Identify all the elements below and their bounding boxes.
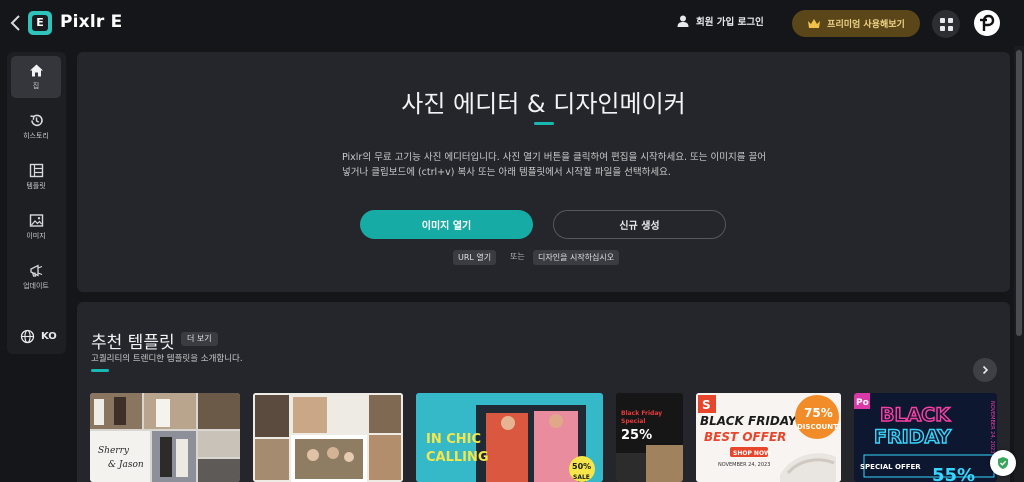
- svg-text:Special: Special: [621, 418, 645, 425]
- open-image-button[interactable]: 이미지 열기: [360, 210, 533, 239]
- user-icon: [677, 15, 689, 27]
- template-card-wedding[interactable]: Sherry & Jason: [90, 393, 240, 482]
- templates-subtitle: 고퀄리티의 트렌디한 템플릿을 소개합니다.: [91, 354, 243, 364]
- svg-text:BLACK: BLACK: [880, 404, 951, 426]
- svg-text:BEST OFFER: BEST OFFER: [704, 430, 786, 444]
- svg-text:DISCOUNT: DISCOUNT: [797, 423, 838, 431]
- templates-accent-bar: [91, 369, 109, 372]
- svg-text:BLACK FRIDAY: BLACK FRIDAY: [700, 414, 798, 428]
- svg-text:FRIDAY: FRIDAY: [874, 426, 951, 448]
- open-url-button[interactable]: URL 열기: [453, 250, 497, 265]
- template-icon: [29, 163, 43, 178]
- svg-text:Black Friday: Black Friday: [621, 410, 662, 417]
- hero-title: 사진 에디터 & 디자인메이커: [401, 90, 686, 118]
- sidebar-item-images[interactable]: 이미지: [11, 206, 61, 248]
- security-extension-button[interactable]: [990, 450, 1016, 476]
- svg-text:75%: 75%: [804, 406, 833, 420]
- templates-title: 추천 템플릿: [91, 333, 175, 353]
- sidebar-item-label: 업데이트: [23, 282, 49, 290]
- svg-text:SPECIAL OFFER: SPECIAL OFFER: [860, 463, 921, 471]
- premium-label: 프리미엄 사용해보기: [827, 20, 905, 30]
- template-card-best-offer[interactable]: S BLACK FRIDAY BEST OFFER 75% DISCOUNT S…: [696, 393, 841, 482]
- template-card-fashion[interactable]: IN CHIC CALLING 50% SALE: [416, 393, 603, 482]
- template-preview: IN CHIC CALLING 50% SALE: [416, 393, 603, 482]
- svg-text:SALE: SALE: [573, 474, 590, 481]
- carousel-next-button[interactable]: [973, 358, 997, 382]
- image-icon: [29, 214, 43, 227]
- svg-text:& Jason: & Jason: [108, 460, 144, 470]
- hero-description: Pixlr의 무료 고기능 사진 에디터입니다. 사진 열기 버튼을 클릭하여 …: [342, 152, 766, 178]
- template-preview: Po BLACK FRIDAY SPECIAL OFFER 55% NOVEMB…: [854, 393, 997, 482]
- template-card-family[interactable]: [253, 393, 403, 482]
- pixlr-account-icon: [980, 14, 995, 31]
- shield-check-icon: [998, 457, 1008, 469]
- svg-text:50%: 50%: [572, 462, 591, 471]
- pixlr-logo-icon[interactable]: E: [28, 11, 52, 35]
- home-icon: [29, 64, 43, 77]
- sidebar-item-updates[interactable]: 업데이트: [11, 256, 61, 298]
- sidebar-item-home[interactable]: 집: [11, 56, 61, 98]
- sidebar-item-history[interactable]: 히스토리: [11, 106, 61, 148]
- grid-icon: [939, 17, 953, 31]
- svg-text:IN CHIC: IN CHIC: [426, 432, 481, 447]
- back-chevron-icon[interactable]: [8, 14, 24, 32]
- template-card-black-friday-25[interactable]: Black Friday Special 25%: [616, 393, 683, 482]
- svg-text:CALLING: CALLING: [426, 450, 489, 465]
- svg-text:Po: Po: [856, 398, 869, 408]
- top-bar: E Pixlr E 회원 가입 로그인 프리미엄 사용해보기: [0, 0, 1024, 46]
- sidebar-item-label: 이미지: [26, 232, 46, 240]
- template-card-neon-friday[interactable]: Po BLACK FRIDAY SPECIAL OFFER 55% NOVEMB…: [854, 393, 997, 482]
- svg-text:NOVEMBER 24, 2023: NOVEMBER 24, 2023: [989, 401, 995, 453]
- sidebar: 집 히스토리 템플릿 이미지 업데이트 KO: [0, 46, 70, 482]
- or-label: 또는: [510, 252, 525, 261]
- scrollbar-thumb[interactable]: [1016, 50, 1022, 336]
- apps-grid-button[interactable]: [932, 10, 960, 38]
- account-avatar[interactable]: [974, 10, 1000, 36]
- create-new-button[interactable]: 신규 생성: [553, 210, 726, 239]
- premium-trial-button[interactable]: 프리미엄 사용해보기: [792, 10, 920, 37]
- title-accent-bar: [534, 122, 554, 125]
- app-title: Pixlr E: [60, 12, 123, 32]
- template-preview: [253, 393, 403, 482]
- sidebar-item-label: 템플릿: [26, 182, 46, 190]
- chevron-right-icon: [982, 365, 989, 375]
- crown-icon: [808, 18, 821, 28]
- history-icon: [29, 114, 43, 127]
- start-design-button[interactable]: 디자인을 시작하십시오: [533, 250, 620, 265]
- login-button[interactable]: 회원 가입 로그인: [676, 14, 764, 28]
- welcome-card: 사진 에디터 & 디자인메이커 Pixlr의 무료 고기능 사진 에디터입니다.…: [77, 52, 1010, 292]
- template-preview: S BLACK FRIDAY BEST OFFER 75% DISCOUNT S…: [696, 393, 841, 482]
- sidebar-item-label: 집: [32, 82, 40, 90]
- sidebar-item-label: 히스토리: [23, 132, 49, 140]
- template-preview: Sherry & Jason: [90, 393, 240, 482]
- language-selector[interactable]: KO: [20, 329, 57, 344]
- svg-text:25%: 25%: [621, 428, 652, 443]
- sidebar-nav: 집 히스토리 템플릿 이미지 업데이트: [7, 52, 66, 354]
- see-more-button[interactable]: 더 보기: [181, 332, 218, 346]
- svg-text:S: S: [702, 398, 711, 412]
- globe-icon: [20, 329, 35, 344]
- login-label: 회원 가입 로그인: [696, 17, 764, 28]
- sidebar-item-templates[interactable]: 템플릿: [11, 156, 61, 198]
- svg-text:Sherry: Sherry: [98, 446, 130, 456]
- language-label: KO: [41, 331, 57, 342]
- megaphone-icon: [29, 264, 42, 277]
- svg-text:55%: 55%: [932, 465, 975, 482]
- svg-text:NOVEMBER 24, 2023: NOVEMBER 24, 2023: [718, 462, 770, 468]
- recommended-templates: 추천 템플릿 더 보기 고퀄리티의 트렌디한 템플릿을 소개합니다. Sherr…: [77, 302, 1010, 482]
- template-preview: Black Friday Special 25%: [616, 393, 683, 482]
- svg-text:SHOP NOW: SHOP NOW: [733, 450, 771, 457]
- page-scrollbar[interactable]: [1014, 46, 1024, 482]
